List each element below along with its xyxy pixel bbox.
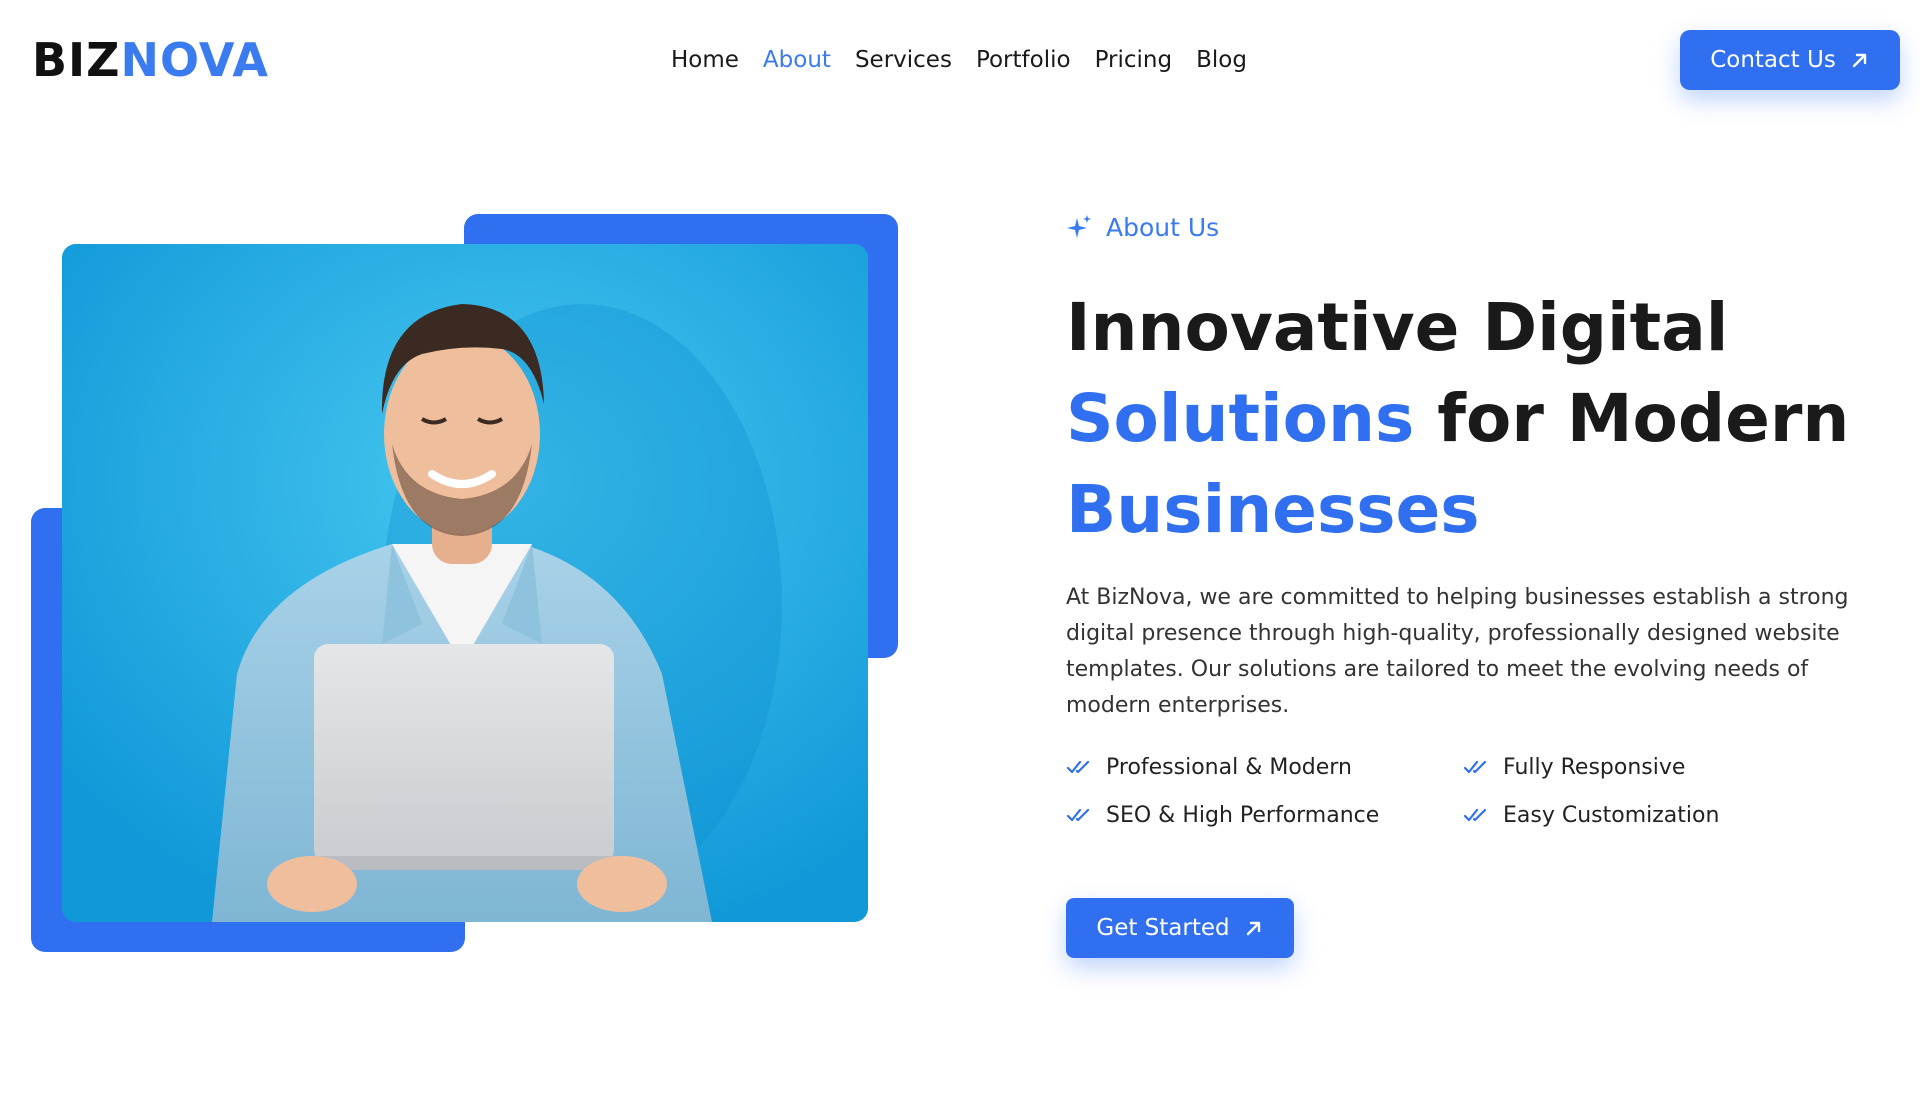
nav-item-pricing[interactable]: Pricing	[1095, 40, 1173, 80]
nav-item-blog[interactable]: Blog	[1196, 40, 1247, 80]
about-description: At BizNova, we are committed to helping …	[1066, 585, 1849, 718]
headline-line-2-rest: for Modern	[1414, 380, 1850, 457]
feature-list: Professional & Modern Fully Responsive S…	[1066, 752, 1866, 830]
feature-label: SEO & High Performance	[1106, 802, 1380, 828]
feature-item: Professional & Modern	[1066, 752, 1463, 782]
feature-item: Fully Responsive	[1463, 752, 1863, 782]
main-nav: Home About Services Portfolio Pricing Bl…	[671, 40, 1271, 80]
nav-item-services[interactable]: Services	[855, 40, 952, 80]
logo-text-biz: BIZ	[32, 33, 121, 87]
get-started-label: Get Started	[1096, 915, 1230, 941]
feature-label: Fully Responsive	[1503, 754, 1686, 780]
contact-us-label: Contact Us	[1710, 47, 1836, 73]
headline-line-1: Innovative Digital	[1066, 289, 1729, 366]
double-check-icon	[1463, 808, 1487, 822]
arrow-up-right-icon	[1852, 53, 1867, 68]
nav-item-about[interactable]: About	[763, 40, 831, 80]
feature-label: Professional & Modern	[1106, 754, 1352, 780]
double-check-icon	[1066, 808, 1090, 822]
feature-label: Easy Customization	[1503, 802, 1720, 828]
man-with-laptop-photo	[62, 244, 868, 922]
page: BIZNOVA Home About Services Portfolio Pr…	[0, 0, 1920, 1100]
arrow-up-right-icon	[1246, 921, 1260, 936]
get-started-button[interactable]: Get Started	[1066, 898, 1294, 958]
sparkle-icon	[1067, 215, 1091, 238]
site-header: BIZNOVA Home About Services Portfolio Pr…	[0, 0, 1920, 120]
nav-item-home[interactable]: Home	[671, 40, 739, 80]
feature-item: Easy Customization	[1463, 800, 1863, 830]
feature-item: SEO & High Performance	[1066, 800, 1463, 830]
logo-text-nova: NOVA	[120, 33, 269, 87]
about-eyebrow: About Us	[1066, 208, 1219, 248]
double-check-icon	[1066, 760, 1090, 774]
page-title: Innovative Digital Solutions for Modern …	[1066, 282, 1886, 555]
nav-item-portfolio[interactable]: Portfolio	[976, 40, 1071, 80]
photo-illustration	[62, 244, 868, 922]
about-eyebrow-label: About Us	[1106, 213, 1220, 242]
logo[interactable]: BIZNOVA	[32, 30, 269, 90]
contact-us-button[interactable]: Contact Us	[1680, 30, 1900, 90]
double-check-icon	[1463, 760, 1487, 774]
headline-highlight-solutions: Solutions	[1066, 380, 1415, 457]
headline-highlight-businesses: Businesses	[1066, 471, 1480, 548]
